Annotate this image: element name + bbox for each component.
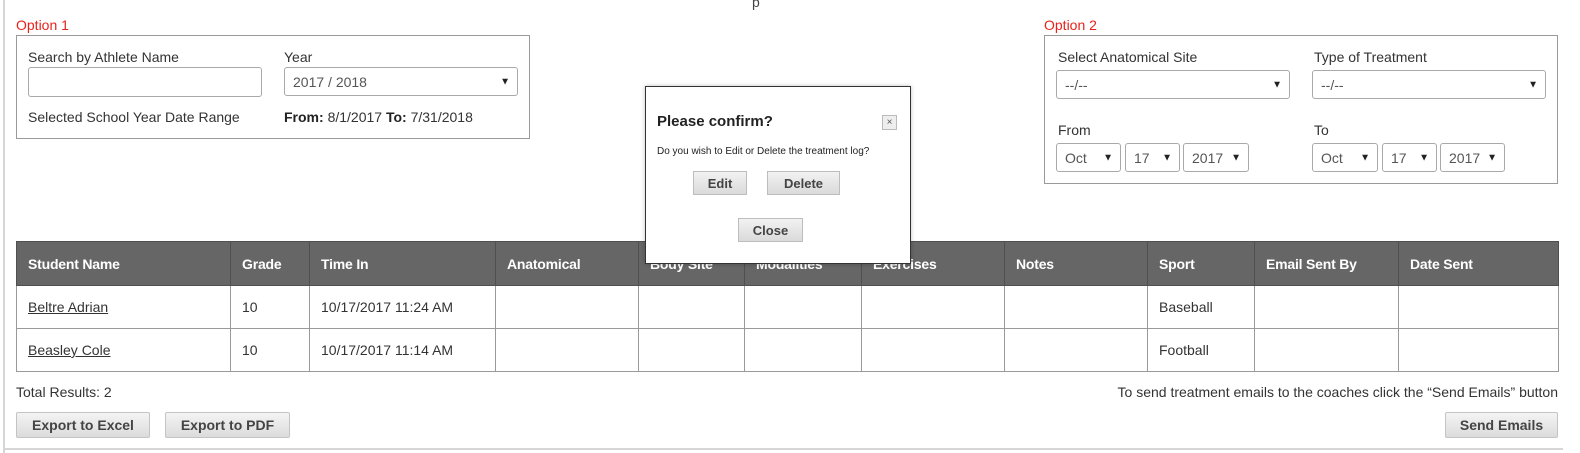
- close-icon[interactable]: ×: [882, 115, 897, 130]
- cell-student-name: Beltre Adrian: [16, 285, 231, 329]
- dialog-title: Please confirm?: [657, 113, 773, 130]
- cell-sport: Baseball: [1147, 285, 1255, 329]
- table-row: Beasley Cole 10 10/17/2017 11:14 AM Foot…: [16, 328, 1559, 372]
- cell-email-sent-by: [1254, 285, 1399, 329]
- search-label: Search by Athlete Name: [28, 49, 179, 65]
- cell-body-site: [638, 285, 745, 329]
- option1-panel: Search by Athlete Name Year 2017 / 2018 …: [16, 35, 530, 139]
- export-pdf-button[interactable]: Export to PDF: [165, 412, 290, 438]
- athlete-search-input[interactable]: [28, 67, 262, 97]
- cell-time-in: 10/17/2017 11:14 AM: [309, 328, 496, 372]
- chevron-down-icon: ▼: [1231, 152, 1241, 163]
- delete-button[interactable]: Delete: [767, 171, 840, 195]
- header-anatomical[interactable]: Anatomical: [495, 241, 639, 286]
- table-row: Beltre Adrian 10 10/17/2017 11:24 AM Bas…: [16, 285, 1559, 329]
- from-day-select[interactable]: 17 ▼: [1125, 143, 1180, 172]
- date-range-value: From: 8/1/2017 To: 7/31/2018: [284, 109, 473, 125]
- from-date-label: From: [1058, 122, 1091, 138]
- student-link[interactable]: Beasley Cole: [28, 342, 111, 358]
- header-student-name[interactable]: Student Name: [16, 241, 231, 286]
- year-select[interactable]: 2017 / 2018 ▼: [284, 67, 518, 96]
- year-label: Year: [284, 49, 313, 65]
- cell-modalities: [744, 285, 862, 329]
- chevron-down-icon: ▼: [1487, 152, 1497, 163]
- chevron-down-icon: ▼: [500, 76, 510, 87]
- export-excel-button[interactable]: Export to Excel: [16, 412, 150, 438]
- dialog-message: Do you wish to Edit or Delete the treatm…: [657, 146, 870, 157]
- to-month-select[interactable]: Oct ▼: [1312, 143, 1378, 172]
- send-emails-button[interactable]: Send Emails: [1445, 412, 1558, 438]
- cell-date-sent: [1398, 328, 1559, 372]
- send-emails-hint: To send treatment emails to the coaches …: [1117, 384, 1558, 400]
- close-button[interactable]: Close: [738, 218, 803, 242]
- chevron-down-icon: ▼: [1162, 152, 1172, 163]
- student-link[interactable]: Beltre Adrian: [28, 299, 108, 315]
- to-year-select[interactable]: 2017 ▼: [1440, 143, 1505, 172]
- cell-anatomical: [495, 285, 639, 329]
- option2-panel: Select Anatomical Site --/-- ▼ Type of T…: [1044, 35, 1558, 184]
- cell-notes: [1004, 328, 1148, 372]
- cell-body-site: [638, 328, 745, 372]
- cell-grade: 10: [230, 285, 310, 329]
- option1-label: Option 1: [16, 17, 69, 33]
- header-notes[interactable]: Notes: [1004, 241, 1148, 286]
- chevron-down-icon: ▼: [1528, 79, 1538, 90]
- cell-notes: [1004, 285, 1148, 329]
- cell-student-name: Beasley Cole: [16, 328, 231, 372]
- chevron-down-icon: ▼: [1360, 152, 1370, 163]
- header-email-sent-by[interactable]: Email Sent By: [1254, 241, 1399, 286]
- to-date-label: To: [1314, 122, 1329, 138]
- clipped-text: p: [752, 0, 760, 10]
- edit-button[interactable]: Edit: [693, 171, 747, 195]
- treatment-type-select[interactable]: --/-- ▼: [1312, 70, 1546, 99]
- header-sport[interactable]: Sport: [1147, 241, 1255, 286]
- anatomical-site-select[interactable]: --/-- ▼: [1056, 70, 1290, 99]
- cell-exercises: [861, 328, 1005, 372]
- chevron-down-icon: ▼: [1419, 152, 1429, 163]
- cell-email-sent-by: [1254, 328, 1399, 372]
- cell-time-in: 10/17/2017 11:24 AM: [309, 285, 496, 329]
- cell-sport: Football: [1147, 328, 1255, 372]
- date-range-label: Selected School Year Date Range: [28, 109, 240, 125]
- header-time-in[interactable]: Time In: [309, 241, 496, 286]
- cell-grade: 10: [230, 328, 310, 372]
- header-date-sent[interactable]: Date Sent: [1398, 241, 1559, 286]
- cell-anatomical: [495, 328, 639, 372]
- chevron-down-icon: ▼: [1103, 152, 1113, 163]
- chevron-down-icon: ▼: [1272, 79, 1282, 90]
- bottom-border: [3, 448, 1563, 450]
- left-border: [3, 0, 5, 453]
- total-results: Total Results: 2: [16, 384, 112, 400]
- treatment-type-label: Type of Treatment: [1314, 49, 1427, 65]
- from-year-select[interactable]: 2017 ▼: [1183, 143, 1249, 172]
- from-month-select[interactable]: Oct ▼: [1056, 143, 1121, 172]
- anatomical-site-label: Select Anatomical Site: [1058, 49, 1198, 65]
- cell-date-sent: [1398, 285, 1559, 329]
- option2-label: Option 2: [1044, 17, 1097, 33]
- cell-exercises: [861, 285, 1005, 329]
- cell-modalities: [744, 328, 862, 372]
- confirm-dialog: Please confirm? × Do you wish to Edit or…: [645, 86, 911, 264]
- header-grade[interactable]: Grade: [230, 241, 310, 286]
- to-day-select[interactable]: 17 ▼: [1382, 143, 1437, 172]
